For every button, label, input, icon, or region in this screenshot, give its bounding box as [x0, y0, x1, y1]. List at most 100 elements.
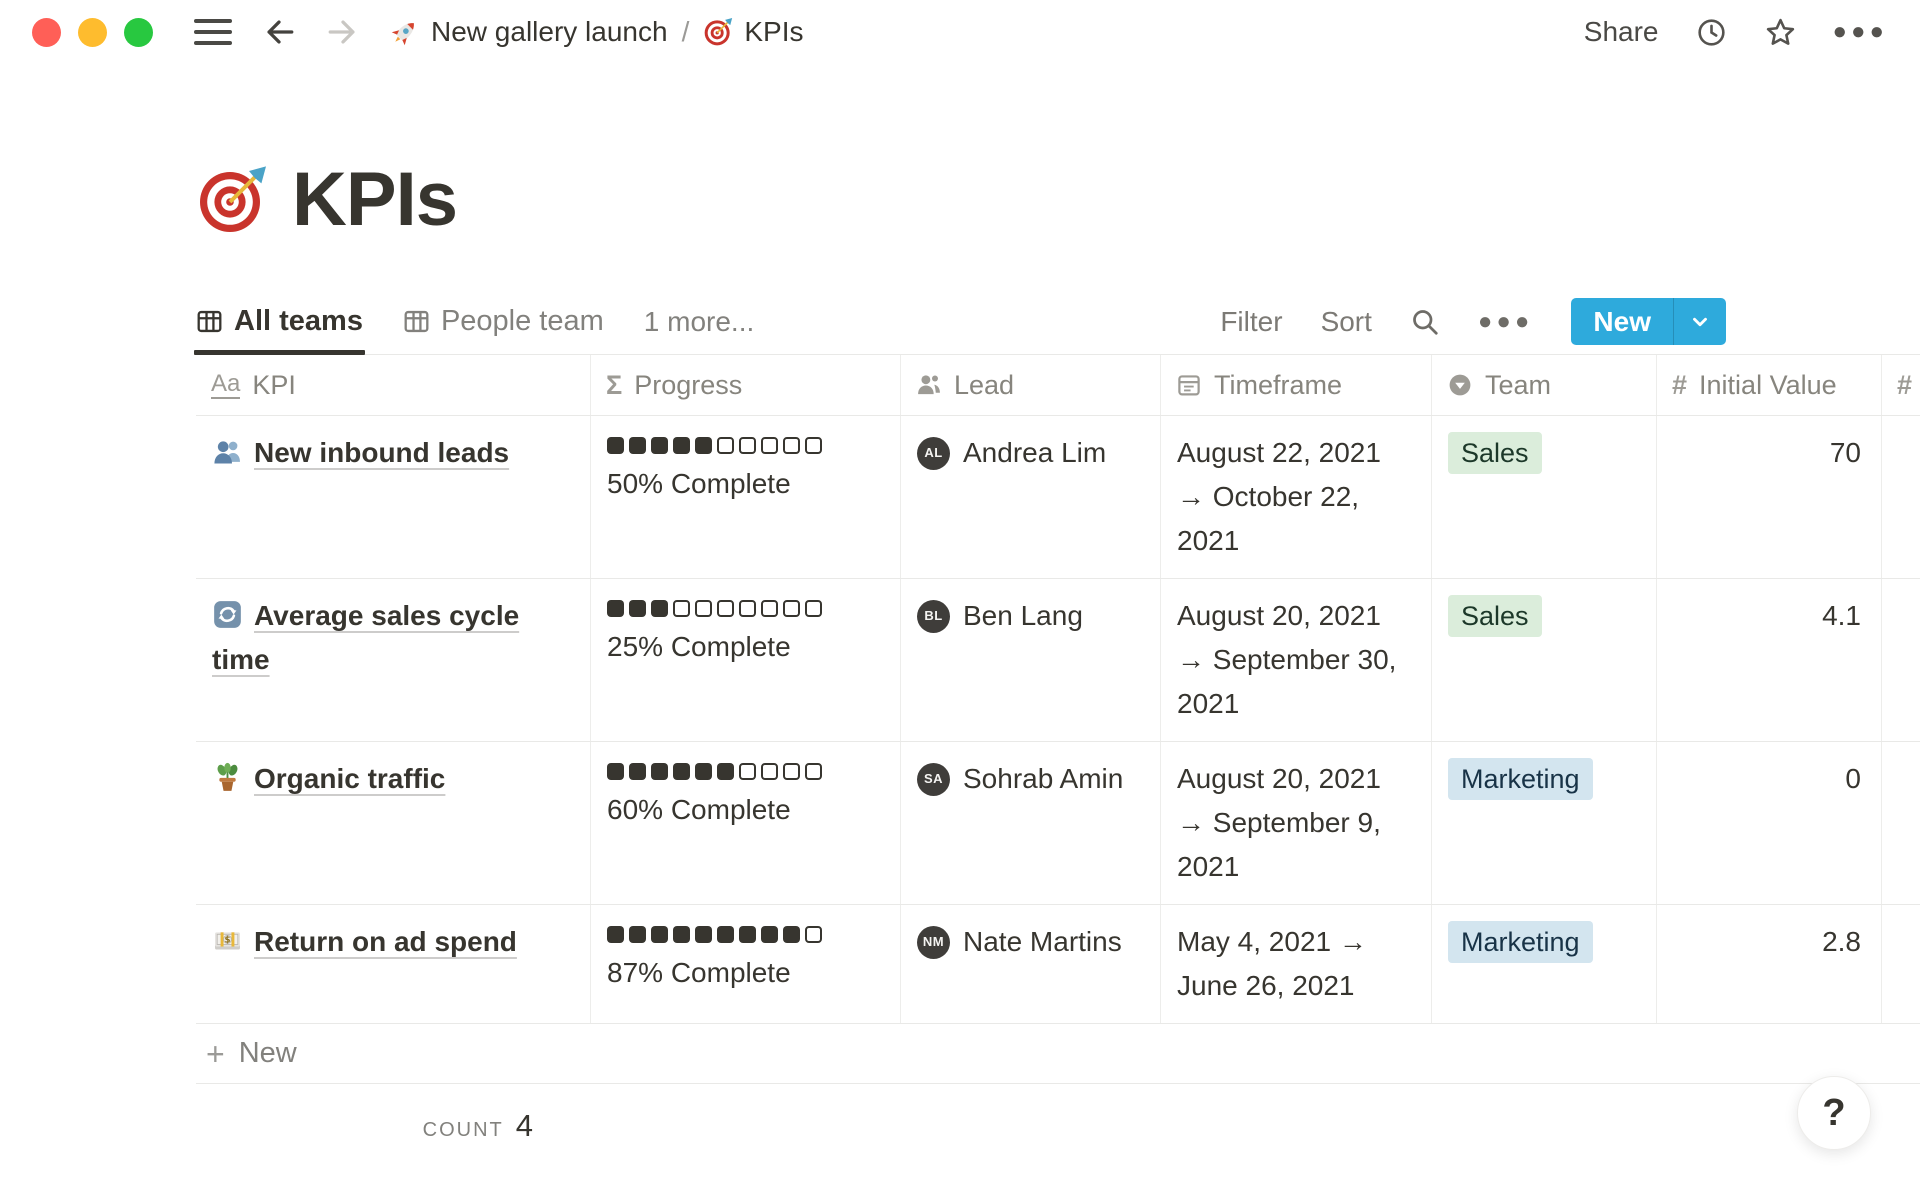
column-header-timeframe[interactable]: Timeframe: [1161, 355, 1432, 415]
column-label: Progress: [634, 370, 742, 401]
breadcrumb-item-current[interactable]: KPIs: [703, 16, 803, 48]
forward-icon[interactable]: [326, 15, 360, 49]
kpi-page-link[interactable]: New inbound leads: [254, 437, 509, 468]
share-button[interactable]: Share: [1584, 16, 1659, 48]
filter-button[interactable]: Filter: [1220, 306, 1282, 338]
progress-cell[interactable]: 60% Complete: [591, 742, 901, 904]
lead-cell[interactable]: NM Nate Martins: [901, 905, 1161, 1023]
clock-icon[interactable]: [1695, 16, 1728, 49]
lead-cell[interactable]: ALAndrea Lim: [901, 416, 1161, 578]
more-views-button[interactable]: 1 more...: [644, 306, 754, 338]
kpi-page-link[interactable]: Return on ad spend: [254, 926, 517, 957]
hash-icon: #: [1672, 370, 1687, 401]
progress-bar: [607, 600, 884, 617]
table-row: Organic traffic 60% Complete SASohrab Amin…: [196, 742, 1920, 905]
refresh-emoji: [212, 599, 243, 630]
progress-bar: [607, 437, 884, 454]
progress-bar: [607, 926, 884, 943]
kpi-cell[interactable]: $ Return on ad spend: [196, 905, 591, 1023]
traffic-light-minimize[interactable]: [78, 18, 107, 47]
target-emoji: [703, 17, 733, 47]
breadcrumb: New gallery launch / KPIs: [390, 16, 804, 48]
partial-cell[interactable]: [1882, 905, 1920, 1023]
progress-label: 50% Complete: [607, 467, 884, 501]
lead-name: Ben Lang: [963, 594, 1083, 638]
initial-value-cell[interactable]: 70: [1657, 416, 1882, 578]
avatar: NM: [917, 926, 950, 959]
initial-value-cell[interactable]: 4.1: [1657, 579, 1882, 741]
progress-label: 60% Complete: [607, 793, 884, 827]
search-icon[interactable]: [1410, 307, 1440, 337]
timeframe-cell[interactable]: August 20, 2021 → September 30, 2021: [1161, 579, 1432, 741]
progress-cell[interactable]: 87% Complete: [591, 905, 901, 1023]
tab-label: All teams: [234, 305, 363, 338]
kpi-page-link[interactable]: Average sales cycle time: [212, 600, 519, 675]
initial-value-cell[interactable]: 2.8: [1657, 905, 1882, 1023]
column-header-progress[interactable]: Σ Progress: [591, 355, 901, 415]
team-cell[interactable]: Marketing: [1432, 905, 1657, 1023]
table-header-row: AaKPI Σ Progress Lead Timeframe Team # Initial …: [196, 355, 1920, 416]
new-button-label[interactable]: New: [1571, 298, 1673, 345]
column-header-initial-value[interactable]: # Initial Value: [1657, 355, 1882, 415]
column-header-team[interactable]: Team: [1432, 355, 1657, 415]
initial-value-cell[interactable]: 0: [1657, 742, 1882, 904]
chevron-down-icon[interactable]: [1673, 298, 1726, 345]
column-label: Initial Value: [1699, 370, 1837, 401]
view-options-icon[interactable]: ●●●: [1478, 308, 1534, 336]
partial-cell[interactable]: [1882, 579, 1920, 741]
lead-cell[interactable]: SASohrab Amin: [901, 742, 1161, 904]
kpi-cell[interactable]: New inbound leads: [196, 416, 591, 578]
timeframe-cell[interactable]: August 22, 2021 → October 22, 2021: [1161, 416, 1432, 578]
kpi-page-link[interactable]: Organic traffic: [254, 763, 445, 794]
kpi-cell[interactable]: Average sales cycle time: [196, 579, 591, 741]
column-header-partial[interactable]: #: [1882, 355, 1920, 415]
lead-name: Andrea Lim: [963, 431, 1106, 475]
add-row-button[interactable]: + New: [196, 1024, 1920, 1084]
tab-all-teams[interactable]: All teams: [196, 289, 363, 354]
table-view-icon: [403, 308, 430, 335]
more-icon[interactable]: ●●●: [1833, 18, 1889, 46]
page-title[interactable]: KPIs: [292, 156, 457, 243]
partial-cell[interactable]: [1882, 742, 1920, 904]
progress-label: 87% Complete: [607, 956, 884, 990]
new-button[interactable]: New: [1571, 298, 1726, 345]
calendar-icon: [1176, 372, 1202, 398]
partial-cell[interactable]: [1882, 416, 1920, 578]
team-cell[interactable]: Sales: [1432, 579, 1657, 741]
traffic-light-zoom[interactable]: [124, 18, 153, 47]
avatar: SA: [917, 763, 950, 796]
team-tag: Sales: [1448, 595, 1542, 637]
page-icon-target-emoji[interactable]: [196, 164, 268, 236]
plus-icon: +: [206, 1038, 225, 1070]
column-label: Team: [1485, 370, 1551, 401]
lead-cell[interactable]: BLBen Lang: [901, 579, 1161, 741]
timeframe-cell[interactable]: August 20, 2021 → September 9, 2021: [1161, 742, 1432, 904]
breadcrumb-label: New gallery launch: [431, 16, 668, 48]
progress-cell[interactable]: 25% Complete: [591, 579, 901, 741]
traffic-light-close[interactable]: [32, 18, 61, 47]
sort-button[interactable]: Sort: [1321, 306, 1372, 338]
sigma-icon: Σ: [606, 370, 622, 401]
people-emoji: [212, 436, 243, 467]
table-view-icon: [196, 308, 223, 335]
tab-people-team[interactable]: People team: [403, 289, 604, 354]
timeframe-cell[interactable]: May 4, 2021 → June 26, 2021: [1161, 905, 1432, 1023]
column-calculation[interactable]: COUNT4: [196, 1084, 591, 1144]
lead-name: Nate Martins: [963, 920, 1122, 964]
column-header-kpi[interactable]: AaKPI: [196, 355, 591, 415]
sidebar-toggle-icon[interactable]: [194, 19, 232, 45]
team-cell[interactable]: Sales: [1432, 416, 1657, 578]
column-label: Lead: [954, 370, 1014, 401]
team-cell[interactable]: Marketing: [1432, 742, 1657, 904]
progress-cell[interactable]: 50% Complete: [591, 416, 901, 578]
column-header-lead[interactable]: Lead: [901, 355, 1161, 415]
star-icon[interactable]: [1764, 16, 1797, 49]
window-titlebar: New gallery launch / KPIs Share ●●●: [0, 0, 1920, 64]
kpi-cell[interactable]: Organic traffic: [196, 742, 591, 904]
back-icon[interactable]: [262, 15, 296, 49]
breadcrumb-item-parent[interactable]: New gallery launch: [390, 16, 668, 48]
table-row: New inbound leads 50% Complete ALAndrea Li…: [196, 416, 1920, 579]
money-emoji: $: [212, 925, 243, 956]
help-button[interactable]: ?: [1797, 1076, 1871, 1150]
count-label: COUNT: [423, 1119, 504, 1141]
